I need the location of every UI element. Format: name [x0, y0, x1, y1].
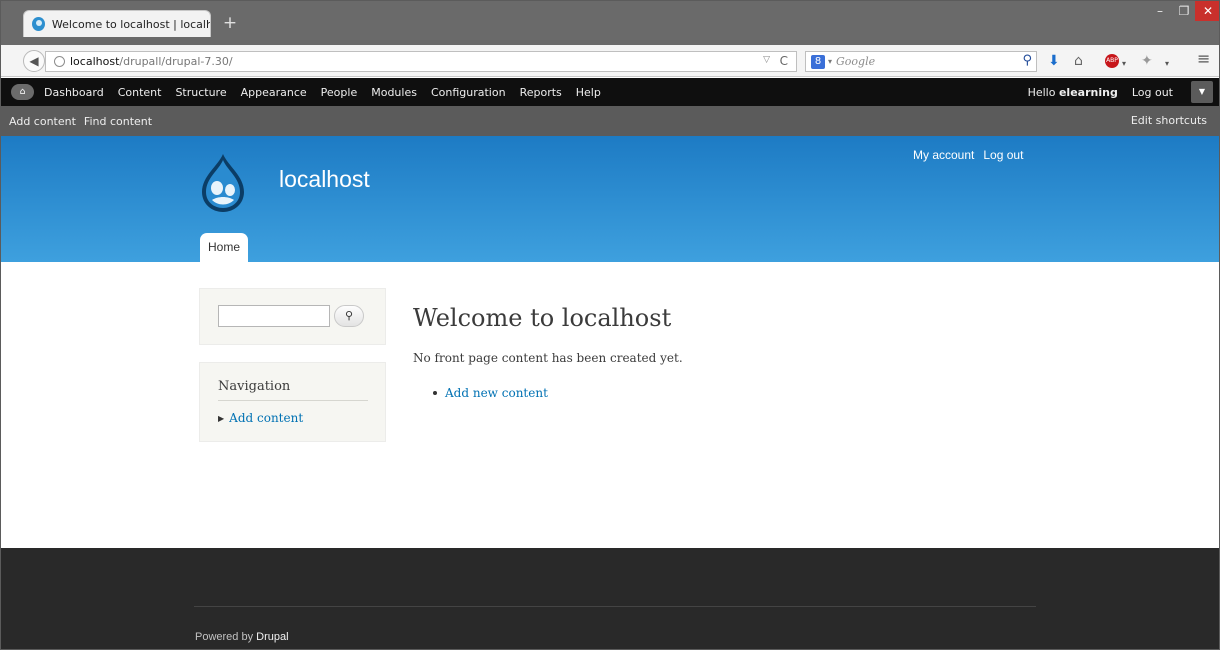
tab-title: Welcome to localhost | localh...	[51, 17, 210, 31]
adblock-caret-icon[interactable]: ▾	[1122, 57, 1126, 71]
tab-home[interactable]: Home	[200, 233, 248, 262]
add-new-content-link[interactable]: Add new content	[445, 386, 548, 400]
search-engine-caret-icon[interactable]: ▾	[828, 57, 832, 66]
search-engine-icon[interactable]: 8	[811, 54, 825, 69]
bullet	[433, 391, 437, 395]
hello-prefix: Hello	[1027, 85, 1056, 99]
toolbar-item-people[interactable]: People	[321, 86, 358, 99]
admin-user-area: Hello elearning Log out ▼	[1028, 78, 1219, 106]
footer-divider	[194, 606, 1036, 607]
site-footer: Powered by Drupal	[1, 548, 1219, 649]
minimize-icon[interactable]: –	[1147, 1, 1173, 21]
drupal-link[interactable]: Drupal	[256, 631, 288, 643]
triangle-right-icon: ▶	[218, 413, 225, 423]
secondary-menu: My account Log out	[913, 148, 1032, 162]
shortcut-bar: Add content Find content Edit shortcuts	[1, 106, 1219, 136]
admin-home-icon[interactable]: ⌂	[11, 84, 34, 100]
maximize-icon[interactable]: ❐	[1171, 1, 1197, 21]
url-host: localhost	[70, 55, 120, 68]
new-tab-button[interactable]: +	[221, 14, 239, 32]
toolbar-item-reports[interactable]: Reports	[520, 86, 562, 99]
my-account-link[interactable]: My account	[913, 148, 974, 162]
adblock-icon[interactable]: ABP	[1105, 54, 1119, 68]
back-arrow-icon[interactable]: ◀	[23, 50, 45, 72]
browser-window: Welcome to localhost | localh... + – ❐ ✕…	[0, 0, 1220, 650]
page-title: Welcome to localhost	[413, 304, 672, 332]
site-name[interactable]: localhost	[279, 166, 370, 193]
username-link[interactable]: elearning	[1059, 86, 1118, 99]
magnifier-icon[interactable]: ⚲	[1022, 53, 1032, 68]
search-placeholder: Google	[836, 55, 876, 68]
url-path: /drupall/drupal-7.30/	[119, 55, 233, 68]
toolbar-item-appearance[interactable]: Appearance	[241, 86, 307, 99]
toolbar-item-content[interactable]: Content	[118, 86, 162, 99]
nav-item-add-content[interactable]: ▶ Add content	[218, 411, 303, 425]
toolbar-item-dashboard[interactable]: Dashboard	[44, 86, 104, 99]
empty-front-page-message: No front page content has been created y…	[413, 351, 683, 365]
search-block: ⚲	[199, 288, 386, 345]
toolbar-item-structure[interactable]: Structure	[175, 86, 226, 99]
toolbar-item-modules[interactable]: Modules	[371, 86, 417, 99]
powered-by-prefix: Powered by	[195, 631, 254, 643]
navigation-title: Navigation	[218, 379, 291, 394]
header-logout-link[interactable]: Log out	[983, 148, 1023, 162]
navigation-block: Navigation ▶ Add content	[199, 362, 386, 442]
browser-titlebar: Welcome to localhost | localh... + – ❐ ✕	[1, 1, 1219, 45]
browser-tab[interactable]: Welcome to localhost | localh...	[23, 10, 211, 37]
hamburger-menu-icon[interactable]: ≡	[1197, 51, 1210, 67]
list-item: Add new content	[433, 386, 548, 400]
history-dropdown-icon[interactable]: ▽	[763, 55, 770, 65]
nav-link-add-content[interactable]: Add content	[229, 411, 303, 425]
admin-logout-link[interactable]: Log out	[1132, 86, 1173, 99]
drupal-favicon-icon	[32, 17, 45, 31]
globe-icon	[54, 56, 65, 67]
search-submit-icon[interactable]: ⚲	[334, 305, 364, 327]
site-search-input[interactable]	[218, 305, 330, 327]
extension-caret-icon[interactable]: ▾	[1165, 57, 1169, 71]
close-window-icon[interactable]: ✕	[1195, 1, 1219, 21]
drupal-logo-icon[interactable]	[200, 152, 246, 214]
reload-icon[interactable]: C	[780, 54, 788, 68]
edit-shortcuts-link[interactable]: Edit shortcuts	[1131, 114, 1207, 127]
navigation-divider	[218, 400, 368, 401]
admin-toolbar: ⌂ Dashboard Content Structure Appearance…	[1, 78, 1219, 106]
shortcut-add-content[interactable]: Add content	[9, 115, 76, 128]
home-icon[interactable]: ⌂	[1074, 54, 1083, 68]
browser-navbar: ◀ localhost /drupall/drupal-7.30/ ▽ C 8 …	[1, 45, 1219, 77]
hello-greeting: Hello elearning	[1028, 86, 1118, 99]
search-bar[interactable]: 8 ▾ Google ⚲	[805, 51, 1037, 72]
toolbar-item-configuration[interactable]: Configuration	[431, 86, 506, 99]
address-bar[interactable]: localhost /drupall/drupal-7.30/ ▽ C	[45, 51, 797, 72]
toolbar-item-help[interactable]: Help	[576, 86, 601, 99]
powered-by: Powered by Drupal	[195, 631, 289, 643]
download-icon[interactable]: ⬇	[1048, 54, 1060, 68]
site-header: localhost My account Log out Home	[1, 136, 1219, 262]
shortcut-find-content[interactable]: Find content	[84, 115, 152, 128]
extension-icon[interactable]: ✦	[1141, 54, 1153, 68]
toggle-shortcuts-icon[interactable]: ▼	[1191, 81, 1213, 103]
